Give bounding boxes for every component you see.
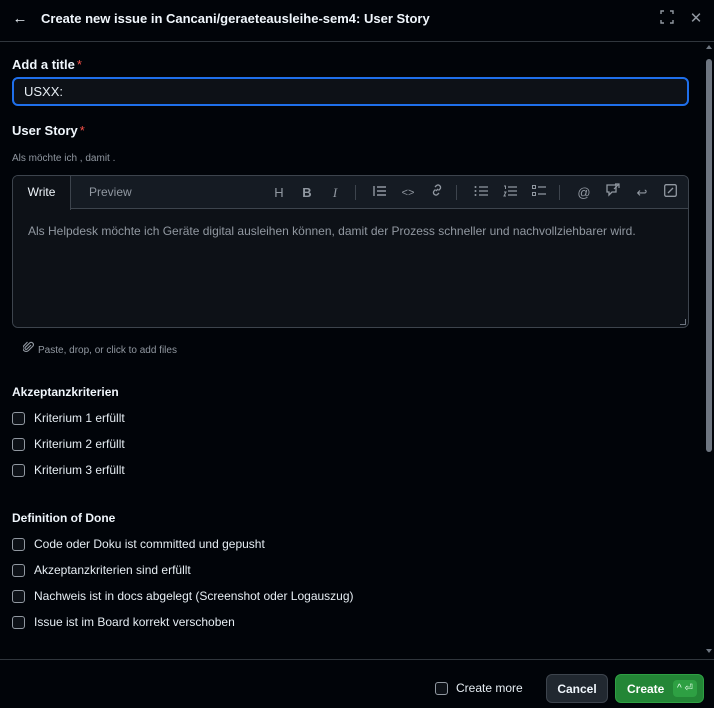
- numbered-list-icon[interactable]: [500, 183, 520, 203]
- bold-icon[interactable]: B: [297, 183, 317, 203]
- create-more-toggle[interactable]: Create more: [435, 680, 523, 696]
- user-story-textarea[interactable]: [13, 210, 688, 327]
- toolbar-divider: [355, 185, 356, 200]
- heading-icon[interactable]: H: [269, 183, 289, 203]
- checkbox[interactable]: [12, 589, 25, 603]
- scroll-up-arrow-icon[interactable]: [706, 45, 712, 49]
- close-icon[interactable]: ✕: [687, 10, 705, 28]
- user-story-hint: Als möchte ich , damit .: [12, 153, 116, 164]
- checkbox-item[interactable]: Kriterium 2 erfüllt: [12, 436, 125, 452]
- title-label: Add a title *: [12, 57, 82, 72]
- checkbox-item[interactable]: Nachweis ist in docs abgelegt (Screensho…: [12, 588, 354, 604]
- dialog-body[interactable]: Add a title* User Story* Als möchte ich …: [0, 43, 704, 659]
- title-input[interactable]: [12, 77, 689, 106]
- reference-icon[interactable]: [603, 183, 623, 203]
- checkbox-label: Issue ist im Board korrekt verschoben: [34, 615, 235, 629]
- checkbox[interactable]: [12, 411, 25, 425]
- scrollbar-thumb[interactable]: [706, 59, 712, 452]
- vertical-scrollbar[interactable]: [704, 43, 714, 659]
- checkbox-label: Kriterium 1 erfüllt: [34, 411, 125, 425]
- checkbox-label: Kriterium 2 erfüllt: [34, 437, 125, 451]
- dialog-title: Create new issue in Cancani/geraeteausle…: [41, 11, 430, 26]
- italic-icon[interactable]: I: [325, 183, 345, 203]
- checkbox[interactable]: [12, 463, 25, 477]
- markdown-editor: Write Preview H B I <> @ ↩ Als Helpdesk …: [12, 175, 689, 328]
- tab-write[interactable]: Write: [13, 176, 71, 210]
- acceptance-criteria-heading: Akzeptanzkriterien: [12, 385, 119, 399]
- slash-command-icon[interactable]: [660, 183, 680, 203]
- create-more-label: Create more: [456, 681, 523, 695]
- toolbar-divider: [456, 185, 457, 200]
- task-list-icon[interactable]: [529, 183, 549, 203]
- checkbox-item[interactable]: Kriterium 3 erfüllt: [12, 462, 125, 478]
- scroll-down-arrow-icon[interactable]: [706, 649, 712, 653]
- definition-of-done-heading: Definition of Done: [12, 511, 116, 525]
- attach-files[interactable]: Paste, drop, or click to add files: [22, 341, 177, 356]
- cancel-button[interactable]: Cancel: [546, 674, 608, 703]
- editor-tabbar: Write Preview H B I <> @ ↩: [13, 176, 688, 210]
- resize-handle[interactable]: [680, 319, 686, 325]
- checkbox[interactable]: [12, 615, 25, 629]
- create-button-label: Create: [627, 681, 665, 696]
- checkbox-label: Kriterium 3 erfüllt: [34, 463, 125, 477]
- checkbox-item[interactable]: Kriterium 1 erfüllt: [12, 410, 125, 426]
- checkbox-label: Nachweis ist in docs abgelegt (Screensho…: [34, 589, 354, 603]
- attach-files-text: Paste, drop, or click to add files: [38, 345, 177, 356]
- link-icon[interactable]: [427, 183, 447, 203]
- maximize-icon[interactable]: [658, 10, 676, 28]
- back-arrow-icon[interactable]: ←: [11, 10, 29, 28]
- required-mark: *: [79, 123, 85, 138]
- create-more-checkbox[interactable]: [435, 681, 448, 695]
- checkbox-label: Code oder Doku ist committed und gepusht: [34, 537, 265, 551]
- mention-icon[interactable]: @: [574, 183, 594, 203]
- bullet-list-icon[interactable]: [471, 183, 491, 203]
- checkbox-item[interactable]: Code oder Doku ist committed und gepusht: [12, 536, 265, 552]
- dialog-header: ← Create new issue in Cancani/geraeteaus…: [0, 0, 714, 42]
- checkbox[interactable]: [12, 537, 25, 551]
- toolbar-divider: [559, 185, 560, 200]
- tab-preview[interactable]: Preview: [75, 176, 146, 209]
- checkbox[interactable]: [12, 563, 25, 577]
- dialog-footer: Create more Cancel Create ^ ⏎: [0, 659, 714, 708]
- user-story-label-text: User Story: [12, 123, 78, 138]
- title-label-text: Add a title: [12, 57, 75, 72]
- keyboard-shortcut-badge: ^ ⏎: [673, 680, 697, 697]
- checkbox-item[interactable]: Issue ist im Board korrekt verschoben: [12, 614, 235, 630]
- checkbox-item[interactable]: Akzeptanzkriterien sind erfüllt: [12, 562, 191, 578]
- quote-icon[interactable]: [370, 183, 390, 203]
- user-story-label: User Story *: [12, 123, 85, 138]
- create-button[interactable]: Create ^ ⏎: [615, 674, 704, 703]
- reply-icon[interactable]: ↩: [632, 183, 652, 203]
- paperclip-icon: [22, 341, 35, 356]
- code-icon[interactable]: <>: [398, 183, 418, 203]
- checkbox[interactable]: [12, 437, 25, 451]
- checkbox-label: Akzeptanzkriterien sind erfüllt: [34, 563, 191, 577]
- required-mark: *: [76, 57, 82, 72]
